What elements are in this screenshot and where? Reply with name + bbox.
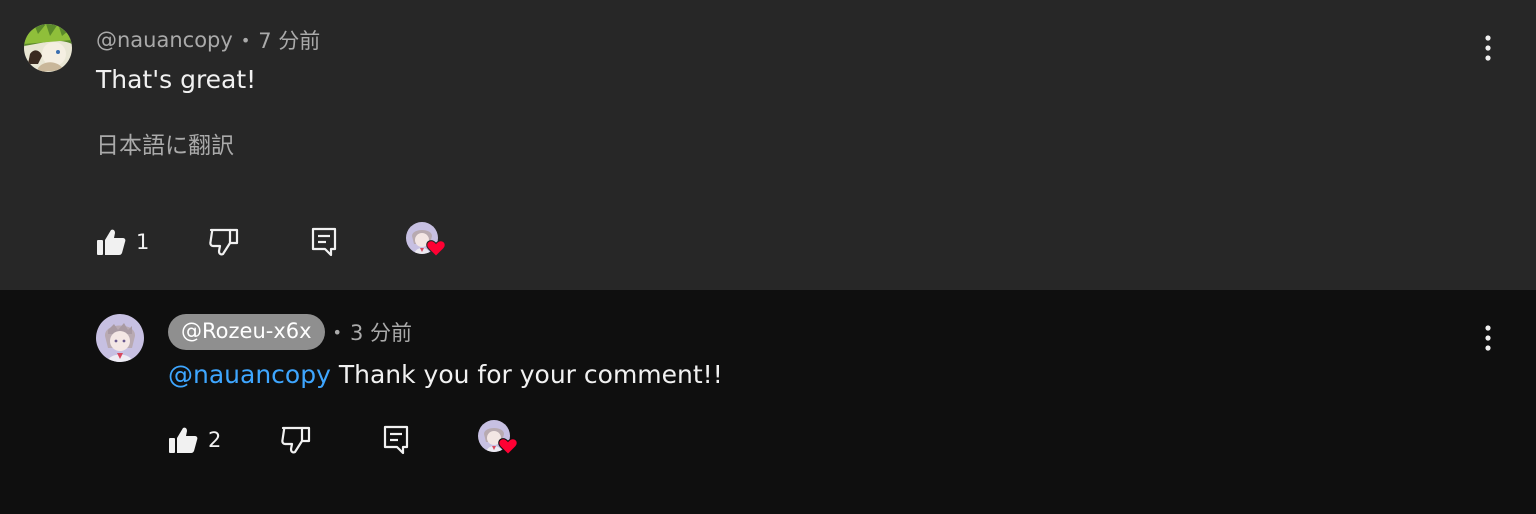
- reply-action-bar: 2: [168, 420, 568, 460]
- comment-highlighted: @nauancopy • 7 分前 That's great! 日本語に翻訳 1: [0, 0, 1536, 290]
- creator-heart[interactable]: [406, 222, 450, 266]
- more-vertical-icon: [1485, 325, 1491, 351]
- comment-text-content: That's great!: [96, 65, 257, 94]
- comment-meta: @nauancopy • 7 分前: [96, 24, 320, 56]
- translate-link[interactable]: 日本語に翻訳: [96, 128, 234, 164]
- reply-creator-heart[interactable]: [478, 420, 522, 464]
- like-count: 1: [136, 230, 150, 254]
- reply-icon: [311, 227, 337, 257]
- thumbs-down-icon: [281, 426, 311, 454]
- reply-more-actions-button[interactable]: [1473, 318, 1503, 358]
- dislike-button[interactable]: [209, 222, 239, 262]
- meta-separator: •: [240, 30, 251, 50]
- comment-author[interactable]: @nauancopy: [96, 28, 233, 52]
- reply-author-chip[interactable]: @Rozeu-x6x: [168, 314, 325, 350]
- reply-like-button[interactable]: 2: [168, 420, 221, 460]
- meta-separator: •: [332, 322, 342, 342]
- avatar-rozeu[interactable]: [96, 314, 144, 362]
- reply-mention-link[interactable]: @nauancopy: [168, 360, 331, 389]
- thumbs-up-icon: [169, 427, 198, 453]
- reply-dislike-button[interactable]: [281, 420, 311, 460]
- avatar-image: [96, 314, 144, 362]
- comment-time[interactable]: 7 分前: [258, 25, 320, 55]
- comment-text: That's great!: [96, 62, 256, 98]
- avatar-image: [24, 24, 72, 72]
- thumbs-down-icon: [209, 228, 239, 256]
- reply-button[interactable]: [311, 222, 337, 262]
- reply-time[interactable]: 3 分前: [350, 317, 412, 347]
- more-actions-button[interactable]: [1473, 28, 1503, 68]
- avatar-nauancopy[interactable]: [24, 24, 72, 72]
- reply-meta: @Rozeu-x6x • 3 分前: [168, 314, 412, 350]
- thumbs-up-icon: [97, 229, 126, 255]
- reply-text-content: Thank you for your comment!!: [330, 360, 723, 389]
- comment-reply: @Rozeu-x6x • 3 分前 @nauancopy Thank you f…: [0, 290, 1536, 514]
- comment-action-bar: 1: [96, 222, 496, 262]
- more-vertical-icon: [1485, 35, 1491, 61]
- reply-icon: [383, 425, 409, 455]
- heart-icon: [498, 438, 518, 456]
- reply-like-count: 2: [208, 428, 222, 452]
- reply-reply-button[interactable]: [383, 420, 409, 460]
- heart-icon: [426, 240, 446, 258]
- like-button[interactable]: 1: [96, 222, 149, 262]
- reply-text: @nauancopy Thank you for your comment!!: [168, 357, 723, 393]
